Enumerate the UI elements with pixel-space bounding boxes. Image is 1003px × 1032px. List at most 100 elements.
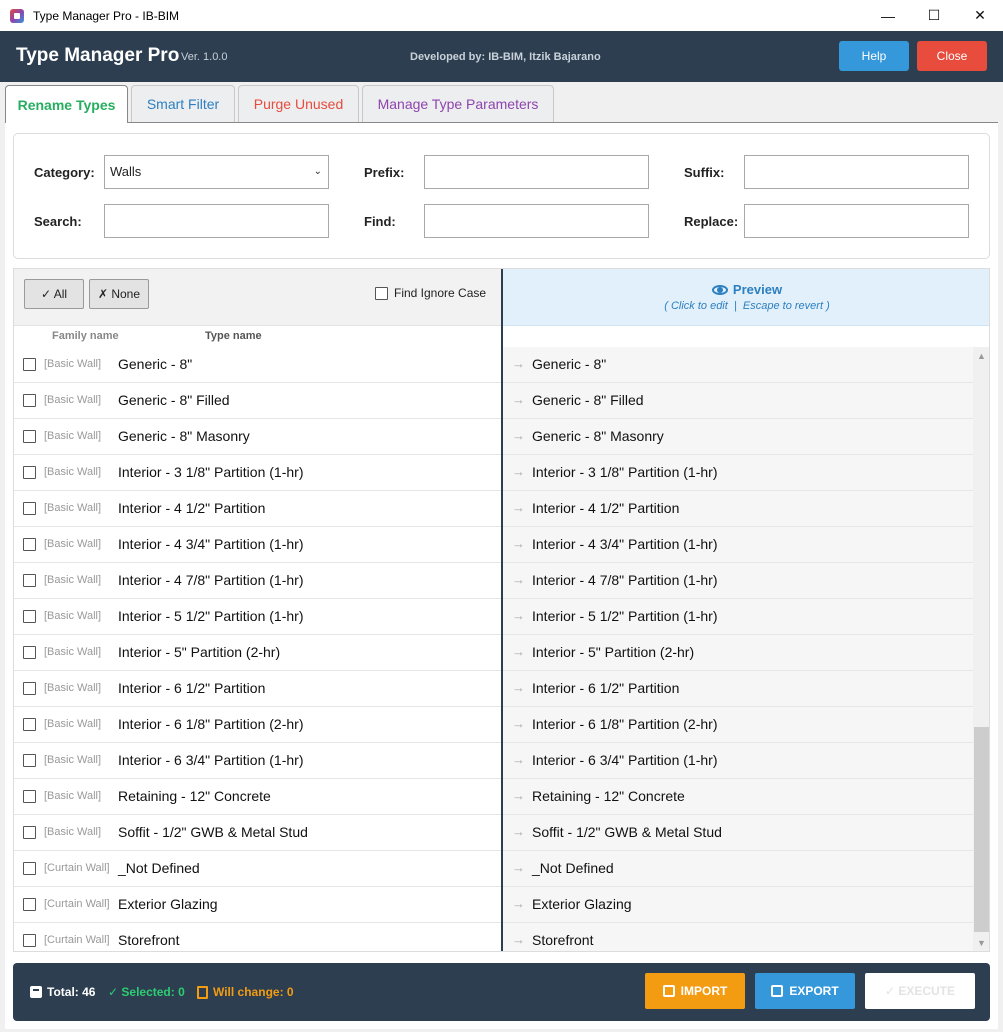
preview-row[interactable]: → Exterior Glazing [503, 887, 973, 923]
preview-row[interactable]: → Generic - 8" Filled [503, 383, 973, 419]
table-row[interactable]: [Curtain Wall] Exterior Glazing [14, 887, 501, 923]
export-label: EXPORT [789, 984, 839, 998]
row-checkbox[interactable] [23, 502, 36, 515]
row-checkbox[interactable] [23, 466, 36, 479]
tab-purge-unused[interactable]: Purge Unused [238, 85, 359, 122]
preview-row[interactable]: → Storefront [503, 923, 973, 951]
table-row[interactable]: [Basic Wall] Interior - 4 3/4" Partition … [14, 527, 501, 563]
table-row[interactable]: [Basic Wall] Generic - 8" Filled [14, 383, 501, 419]
row-checkbox[interactable] [23, 754, 36, 767]
preview-row[interactable]: → Generic - 8" Masonry [503, 419, 973, 455]
table-row[interactable]: [Basic Wall] Generic - 8" [14, 347, 501, 383]
preview-scrollbar[interactable]: ▲ ▼ [973, 347, 989, 951]
row-preview-name[interactable]: Generic - 8" [532, 356, 606, 372]
row-preview-name[interactable]: Retaining - 12" Concrete [532, 788, 685, 804]
maximize-button[interactable]: ☐ [911, 0, 957, 31]
preview-row[interactable]: → _Not Defined [503, 851, 973, 887]
ignore-case-checkbox[interactable] [375, 286, 388, 300]
row-preview-name[interactable]: Generic - 8" Masonry [532, 428, 664, 444]
table-row[interactable]: [Basic Wall] Interior - 6 1/8" Partition … [14, 707, 501, 743]
row-checkbox[interactable] [23, 862, 36, 875]
table-row[interactable]: [Basic Wall] Interior - 6 3/4" Partition … [14, 743, 501, 779]
import-button[interactable]: IMPORT [645, 973, 745, 1009]
column-family-name[interactable]: Family name [52, 330, 119, 342]
row-checkbox[interactable] [23, 682, 36, 695]
row-checkbox[interactable] [23, 610, 36, 623]
row-preview-name[interactable]: Storefront [532, 932, 593, 948]
table-row[interactable]: [Basic Wall] Interior - 5" Partition (2-h… [14, 635, 501, 671]
row-preview-name[interactable]: Soffit - 1/2" GWB & Metal Stud [532, 824, 722, 840]
table-row[interactable]: [Curtain Wall] _Not Defined [14, 851, 501, 887]
column-type-name[interactable]: Type name [205, 330, 262, 342]
row-preview-name[interactable]: Interior - 3 1/8" Partition (1-hr) [532, 464, 717, 480]
row-preview-name[interactable]: Interior - 6 1/8" Partition (2-hr) [532, 716, 717, 732]
scroll-up-icon[interactable]: ▲ [973, 347, 989, 364]
find-input[interactable] [424, 204, 649, 238]
row-checkbox[interactable] [23, 790, 36, 803]
table-row[interactable]: [Basic Wall] Interior - 3 1/8" Partition … [14, 455, 501, 491]
row-checkbox[interactable] [23, 718, 36, 731]
preview-row[interactable]: → Interior - 5" Partition (2-hr) [503, 635, 973, 671]
developer-label: Developed by: IB-BIM, Itzik Bajarano [410, 51, 601, 63]
status-footer: Total: 46 ✓ Selected: 0 Will change: 0 I… [13, 963, 990, 1021]
row-checkbox[interactable] [23, 934, 36, 947]
preview-row[interactable]: → Interior - 6 1/8" Partition (2-hr) [503, 707, 973, 743]
row-checkbox[interactable] [23, 538, 36, 551]
row-preview-name[interactable]: Interior - 6 3/4" Partition (1-hr) [532, 752, 717, 768]
ignore-case-toggle[interactable]: Find Ignore Case [375, 286, 486, 300]
table-row[interactable]: [Basic Wall] Interior - 6 1/2" Partition [14, 671, 501, 707]
close-button[interactable]: Close [917, 41, 987, 71]
replace-input[interactable] [744, 204, 969, 238]
row-preview-name[interactable]: Interior - 5" Partition (2-hr) [532, 644, 694, 660]
window-close-button[interactable]: ✕ [957, 0, 1003, 31]
suffix-input[interactable] [744, 155, 969, 189]
row-preview-name[interactable]: Interior - 5 1/2" Partition (1-hr) [532, 608, 717, 624]
preview-row[interactable]: → Interior - 3 1/8" Partition (1-hr) [503, 455, 973, 491]
row-preview-name[interactable]: _Not Defined [532, 860, 614, 876]
eye-icon [711, 284, 728, 295]
row-checkbox[interactable] [23, 574, 36, 587]
row-preview-name[interactable]: Interior - 4 1/2" Partition [532, 500, 679, 516]
row-preview-name[interactable]: Generic - 8" Filled [532, 392, 644, 408]
row-checkbox[interactable] [23, 646, 36, 659]
prefix-input[interactable] [424, 155, 649, 189]
row-checkbox[interactable] [23, 430, 36, 443]
table-row[interactable]: [Basic Wall] Interior - 4 7/8" Partition … [14, 563, 501, 599]
preview-row[interactable]: → Retaining - 12" Concrete [503, 779, 973, 815]
tab-smart-filter[interactable]: Smart Filter [131, 85, 235, 122]
table-row[interactable]: [Basic Wall] Retaining - 12" Concrete [14, 779, 501, 815]
minimize-button[interactable]: — [865, 0, 911, 31]
row-checkbox[interactable] [23, 358, 36, 371]
category-select[interactable]: Walls ⌄ [104, 155, 329, 189]
preview-row[interactable]: → Interior - 6 3/4" Partition (1-hr) [503, 743, 973, 779]
row-checkbox[interactable] [23, 394, 36, 407]
search-input[interactable] [104, 204, 329, 238]
preview-row[interactable]: → Interior - 4 7/8" Partition (1-hr) [503, 563, 973, 599]
table-row[interactable]: [Basic Wall] Interior - 4 1/2" Partition [14, 491, 501, 527]
preview-row[interactable]: → Interior - 5 1/2" Partition (1-hr) [503, 599, 973, 635]
table-row[interactable]: [Curtain Wall] Storefront [14, 923, 501, 951]
row-checkbox[interactable] [23, 898, 36, 911]
export-button[interactable]: EXPORT [755, 973, 855, 1009]
preview-row[interactable]: → Interior - 6 1/2" Partition [503, 671, 973, 707]
preview-row[interactable]: → Interior - 4 3/4" Partition (1-hr) [503, 527, 973, 563]
preview-row[interactable]: → Soffit - 1/2" GWB & Metal Stud [503, 815, 973, 851]
row-preview-name[interactable]: Interior - 6 1/2" Partition [532, 680, 679, 696]
tab-manage-type-parameters[interactable]: Manage Type Parameters [362, 85, 554, 122]
execute-button[interactable]: ✓ EXECUTE [865, 973, 975, 1009]
select-none-button[interactable]: ✗ None [89, 279, 149, 309]
row-checkbox[interactable] [23, 826, 36, 839]
table-row[interactable]: [Basic Wall] Interior - 5 1/2" Partition … [14, 599, 501, 635]
select-all-button[interactable]: ✓ All [24, 279, 84, 309]
help-button[interactable]: Help [839, 41, 909, 71]
row-preview-name[interactable]: Exterior Glazing [532, 896, 632, 912]
scroll-down-icon[interactable]: ▼ [973, 934, 989, 951]
row-preview-name[interactable]: Interior - 4 7/8" Partition (1-hr) [532, 572, 717, 588]
preview-row[interactable]: → Interior - 4 1/2" Partition [503, 491, 973, 527]
preview-row[interactable]: → Generic - 8" [503, 347, 973, 383]
row-preview-name[interactable]: Interior - 4 3/4" Partition (1-hr) [532, 536, 717, 552]
tab-rename-types[interactable]: Rename Types [5, 85, 128, 123]
table-row[interactable]: [Basic Wall] Generic - 8" Masonry [14, 419, 501, 455]
table-row[interactable]: [Basic Wall] Soffit - 1/2" GWB & Metal St… [14, 815, 501, 851]
scroll-thumb[interactable] [974, 727, 989, 932]
